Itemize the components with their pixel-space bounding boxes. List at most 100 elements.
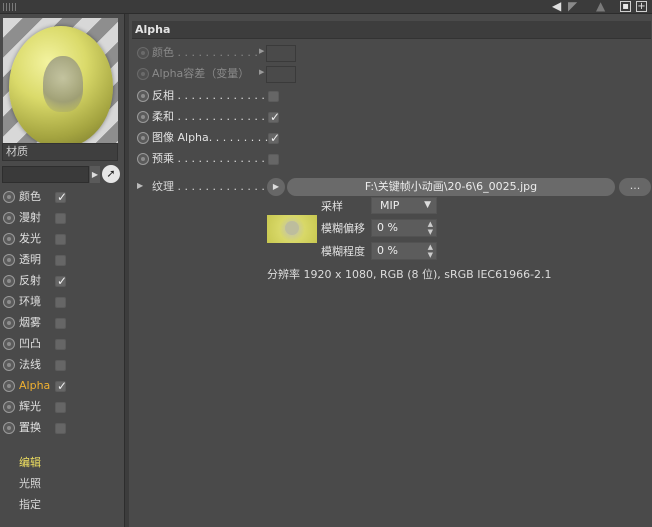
radio-icon[interactable] — [3, 359, 15, 371]
channel-checkbox[interactable] — [55, 234, 66, 245]
material-search-input[interactable] — [2, 166, 89, 183]
history-arrow-icon[interactable]: ◤ — [568, 0, 577, 13]
top-toolbar: ◀ ◤ ▲ ▪ + — [0, 0, 652, 14]
delta-swatch[interactable] — [266, 66, 296, 83]
animate-radio-icon[interactable] — [137, 68, 149, 80]
radio-icon[interactable] — [3, 191, 15, 203]
channel-checkbox[interactable] — [55, 297, 66, 308]
animate-radio-icon[interactable] — [137, 47, 149, 59]
channel-reflectance[interactable]: 反射 ✓ — [0, 271, 124, 292]
sampling-value: MIP — [380, 199, 400, 212]
radio-icon[interactable] — [3, 380, 15, 392]
expand-triangle-icon[interactable]: ▶ — [259, 47, 264, 55]
color-swatch[interactable] — [266, 45, 296, 62]
radio-icon[interactable] — [3, 296, 15, 308]
tab-editor[interactable]: 编辑 — [19, 452, 41, 473]
tab-assignment[interactable]: 指定 — [19, 494, 41, 515]
channel-label: 颜色 — [19, 190, 41, 203]
channel-luminance[interactable]: 发光 — [0, 229, 124, 250]
expand-triangle-icon[interactable]: ▶ — [137, 181, 143, 190]
channel-glow[interactable]: 辉光 — [0, 397, 124, 418]
animate-radio-icon[interactable] — [137, 153, 149, 165]
premultiply-checkbox[interactable] — [268, 154, 279, 165]
radio-icon[interactable] — [3, 212, 15, 224]
texture-options-button[interactable]: ▶ — [267, 178, 285, 196]
animate-radio-icon[interactable] — [137, 90, 149, 102]
channel-checkbox[interactable]: ✓ — [55, 190, 67, 204]
channel-diffusion[interactable]: 漫射 — [0, 208, 124, 229]
channel-checkbox[interactable]: ✓ — [55, 274, 67, 288]
channel-label: 辉光 — [19, 400, 41, 413]
browse-button[interactable]: ... — [619, 178, 651, 196]
blur-offset-value: 0 % — [377, 221, 398, 234]
radio-icon[interactable] — [3, 401, 15, 413]
up-arrow-icon[interactable]: ▲ — [596, 0, 605, 13]
panel-grip-icon[interactable] — [3, 3, 17, 11]
channel-alpha[interactable]: Alpha ✓ — [0, 376, 124, 397]
attribute-panel: Alpha 颜色 . . . . . . . . . . . . ▶ Alpha… — [129, 14, 652, 527]
blur-scale-field[interactable]: 0 % ▲ ▼ — [371, 242, 437, 260]
channel-checkbox[interactable] — [55, 339, 66, 350]
animate-radio-icon[interactable] — [137, 111, 149, 123]
channel-transparency[interactable]: 透明 — [0, 250, 124, 271]
channel-fog[interactable]: 烟雾 — [0, 313, 124, 334]
animate-radio-icon[interactable] — [137, 132, 149, 144]
image-alpha-checkbox[interactable]: ✓ — [268, 131, 280, 145]
radio-icon[interactable] — [3, 338, 15, 350]
channel-sidebar: 材质 ▶ ➚ 颜色 ✓ 漫射 发光 透明 反射 ✓ 环境 烟雾 凹凸 法线 Alph… — [0, 14, 124, 527]
channel-checkbox[interactable] — [55, 213, 66, 224]
back-arrow-icon[interactable]: ◀ — [552, 0, 561, 13]
channel-color[interactable]: 颜色 ✓ — [0, 187, 124, 208]
radio-icon[interactable] — [3, 233, 15, 245]
param-image-alpha: 图像 Alpha. . . . . . . . . ✓ — [129, 128, 652, 148]
param-texture: ▶ 纹理 . . . . . . . . . . . . . . ▶ F:\关键… — [129, 177, 652, 197]
search-arrow-icon[interactable]: ▶ — [90, 166, 100, 183]
channel-checkbox[interactable] — [55, 423, 66, 434]
param-premultiply: 预乘 . . . . . . . . . . . . . . — [129, 149, 652, 169]
invert-checkbox[interactable] — [268, 91, 279, 102]
sampling-dropdown[interactable]: MIP ▼ — [371, 197, 437, 214]
radio-icon[interactable] — [3, 275, 15, 287]
section-title: Alpha — [132, 21, 651, 39]
channel-checkbox[interactable] — [55, 255, 66, 266]
param-label: 柔和 . . . . . . . . . . . . . . — [152, 110, 272, 123]
channel-checkbox[interactable] — [55, 402, 66, 413]
channel-label: 置换 — [19, 421, 41, 434]
param-delta: Alpha容差（变量） ▶ — [129, 64, 652, 84]
sub-tab-list: 编辑 光照 指定 — [19, 452, 41, 515]
blur-offset-field[interactable]: 0 % ▲ ▼ — [371, 219, 437, 237]
radio-icon[interactable] — [3, 317, 15, 329]
texture-path-button[interactable]: F:\关键帧小动画\20-6\6_0025.jpg — [287, 178, 615, 196]
param-soft: 柔和 . . . . . . . . . . . . . . ✓ — [129, 107, 652, 127]
channel-checkbox[interactable] — [55, 360, 66, 371]
add-icon[interactable]: + — [636, 1, 647, 12]
blur-scale-label: 模糊程度 — [321, 245, 365, 258]
channel-label: 反射 — [19, 274, 41, 287]
blur-offset-label: 模糊偏移 — [321, 222, 365, 235]
spinner-icon[interactable]: ▲ ▼ — [428, 220, 433, 236]
material-preview[interactable] — [3, 18, 118, 153]
channel-label: 凹凸 — [19, 337, 41, 350]
channel-label: 发光 — [19, 232, 41, 245]
param-label: 颜色 . . . . . . . . . . . . — [152, 46, 258, 59]
spinner-icon[interactable]: ▲ ▼ — [428, 243, 433, 259]
channel-displacement[interactable]: 置换 — [0, 418, 124, 439]
soft-checkbox[interactable]: ✓ — [268, 110, 280, 124]
channel-checkbox[interactable] — [55, 318, 66, 329]
param-invert: 反相 . . . . . . . . . . . . . . — [129, 86, 652, 106]
channel-environment[interactable]: 环境 — [0, 292, 124, 313]
param-label: 预乘 . . . . . . . . . . . . . . — [152, 152, 272, 165]
texture-thumbnail[interactable] — [267, 215, 317, 243]
lock-icon[interactable]: ▪ — [620, 1, 631, 12]
preview-sphere — [9, 26, 113, 148]
radio-icon[interactable] — [3, 422, 15, 434]
expand-triangle-icon[interactable]: ▶ — [259, 68, 264, 76]
tab-illumination[interactable]: 光照 — [19, 473, 41, 494]
channel-bump[interactable]: 凹凸 — [0, 334, 124, 355]
radio-icon[interactable] — [3, 254, 15, 266]
param-color: 颜色 . . . . . . . . . . . . ▶ — [129, 43, 652, 63]
pick-cursor-icon[interactable]: ➚ — [102, 165, 120, 183]
channel-checkbox[interactable]: ✓ — [55, 379, 67, 393]
channel-normal[interactable]: 法线 — [0, 355, 124, 376]
param-label: 纹理 . . . . . . . . . . . . . . — [152, 180, 272, 193]
